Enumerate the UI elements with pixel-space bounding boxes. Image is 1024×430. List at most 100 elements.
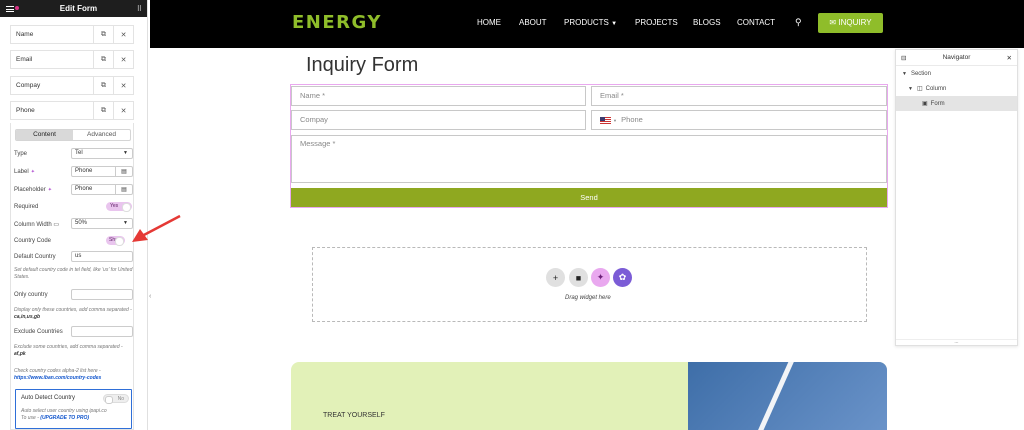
search-icon[interactable]: ⚲ [795, 17, 802, 28]
column-width-select[interactable]: 50% ▼ [71, 218, 133, 229]
nav-home[interactable]: HOME [477, 18, 501, 27]
repeater-field-phone[interactable]: Phone ⧉ ✕ [10, 101, 134, 120]
placeholder-label: Placeholder ✦ [14, 187, 52, 193]
folder-icon[interactable]: ■ [569, 268, 588, 287]
inquiry-button[interactable]: ✉ INQUIRY [818, 13, 883, 33]
navigator-title: Navigator [942, 54, 971, 61]
remove-icon[interactable]: ✕ [113, 77, 133, 94]
required-label: Required [14, 204, 39, 210]
navigator-header: ⊟ Navigator ✕ [896, 50, 1017, 66]
close-icon[interactable]: ✕ [1007, 54, 1012, 62]
label-label: Label ✦ [14, 169, 35, 175]
navigator-item-column[interactable]: ▼ ◫ Column [896, 81, 1017, 96]
wind-turbine-image [688, 362, 887, 430]
add-section-icon[interactable]: + [546, 268, 565, 287]
settings-tabs: Content Advanced [15, 129, 131, 141]
edit-panel: Edit Form ⠿ Name ⧉ ✕ Email ⧉ ✕ Compay ⧉ … [0, 0, 148, 430]
nav-contact[interactable]: CONTACT [737, 18, 775, 27]
ai-sparkle-icon[interactable]: ✦ [591, 268, 610, 287]
type-select[interactable]: Tel ▼ [71, 148, 133, 159]
country-codes-link[interactable]: https://www.iban.com/country-codes [14, 375, 101, 381]
chevron-down-icon: ▼ [613, 118, 617, 123]
nav-about[interactable]: ABOUT [519, 18, 547, 27]
tab-content[interactable]: Content [16, 130, 73, 140]
field-label: Phone [16, 107, 35, 114]
panel-header: Edit Form ⠿ [0, 0, 147, 17]
field-label: Compay [16, 82, 41, 89]
upgrade-link[interactable]: (UPGRADE TO PRO) [40, 415, 89, 421]
country-code-toggle[interactable]: Show [106, 236, 125, 246]
widgets-grid-icon[interactable]: ⠿ [137, 5, 142, 13]
type-label: Type [14, 151, 28, 157]
chevron-down-icon: ▼ [123, 150, 128, 156]
label-input[interactable]: Phone [71, 166, 116, 177]
navigator-panel: ⊟ Navigator ✕ ▼ Section ▼ ◫ Column ▣ Form ..… [895, 49, 1018, 346]
expand-all-icon[interactable]: ⊟ [901, 54, 906, 62]
placeholder-input[interactable]: Phone [71, 184, 116, 195]
message-textarea[interactable]: Message * [291, 135, 887, 183]
chevron-down-icon: ▼ [611, 21, 618, 27]
field-label: Email [16, 56, 33, 63]
site-logo[interactable]: ENERGY [292, 12, 382, 33]
country-code-label: Country Code [14, 238, 52, 244]
duplicate-icon[interactable]: ⧉ [93, 26, 113, 43]
exclude-countries-help: Exclude some countries, add comma separa… [14, 344, 123, 357]
us-flag-icon[interactable] [600, 116, 611, 124]
required-toggle[interactable]: Yes [106, 202, 132, 212]
empty-section-dropzone[interactable] [312, 247, 867, 322]
repeater-field-email[interactable]: Email ⧉ ✕ [10, 50, 134, 69]
name-input[interactable]: Name * [291, 86, 586, 106]
exclude-countries-input[interactable] [71, 326, 133, 337]
nav-blogs[interactable]: BLOGS [693, 18, 721, 27]
country-codes-help: Check country codes alpha-2 list here -h… [14, 368, 102, 381]
menu-icon[interactable] [6, 5, 14, 12]
ai-sparkle-icon[interactable]: ✦ [31, 169, 35, 175]
ai-sparkle-icon[interactable]: ✦ [48, 187, 52, 193]
remove-icon[interactable]: ✕ [113, 26, 133, 43]
repeater-field-name[interactable]: Name ⧉ ✕ [10, 25, 134, 44]
desktop-icon[interactable]: ▭ [53, 222, 59, 228]
remove-icon[interactable]: ✕ [113, 51, 133, 68]
collapse-panel-icon[interactable]: ‹ [149, 293, 151, 300]
column-width-value: 50% [75, 220, 88, 226]
form-title: Inquiry Form [306, 54, 419, 76]
remove-icon[interactable]: ✕ [113, 102, 133, 119]
annotation-arrow [132, 214, 181, 242]
navigator-item-form[interactable]: ▣ Form [896, 96, 1017, 111]
form-icon: ▣ [922, 101, 928, 107]
nav-products[interactable]: PRODUCTS ▼ [564, 18, 617, 27]
only-country-label: Only country [14, 292, 48, 298]
column-width-label: Column Width ▭ [14, 222, 60, 228]
duplicate-icon[interactable]: ⧉ [93, 51, 113, 68]
default-country-help: Set default country code in tel field, l… [14, 267, 133, 280]
navigator-resize-handle[interactable]: ... [896, 339, 1017, 345]
caret-down-icon[interactable]: ▼ [908, 86, 913, 92]
type-value: Tel [75, 150, 83, 156]
default-country-input[interactable]: us [71, 251, 133, 262]
auto-detect-toggle[interactable]: No [103, 394, 129, 404]
dropzone-text: Drag widget here [565, 295, 611, 301]
template-kit-icon[interactable]: ✿ [613, 268, 632, 287]
duplicate-icon[interactable]: ⧉ [93, 102, 113, 119]
column-icon: ◫ [916, 86, 923, 92]
repeater-field-company[interactable]: Compay ⧉ ✕ [10, 76, 134, 95]
company-input[interactable]: Compay [291, 110, 586, 130]
only-country-input[interactable] [71, 289, 133, 300]
auto-detect-label: Auto Detect Country [21, 395, 76, 401]
nav-projects[interactable]: PROJECTS [635, 18, 678, 27]
auto-detect-section: Auto Detect Country No Auto select user … [15, 389, 132, 429]
duplicate-icon[interactable]: ⧉ [93, 77, 113, 94]
tab-advanced[interactable]: Advanced [73, 130, 130, 140]
dynamic-tags-icon[interactable]: ▤ [116, 166, 133, 177]
send-button[interactable]: Send [291, 188, 887, 207]
phone-input[interactable]: ▼ Phone [591, 110, 887, 130]
panel-title: Edit Form [59, 4, 98, 13]
email-input[interactable]: Email * [591, 86, 887, 106]
navigator-item-section[interactable]: ▼ Section [896, 66, 1017, 81]
caret-down-icon[interactable]: ▼ [902, 71, 907, 77]
default-country-label: Default Country [14, 254, 56, 260]
mail-icon: ✉ [829, 18, 837, 27]
dynamic-tags-icon[interactable]: ▤ [116, 184, 133, 195]
field-label: Name [16, 31, 34, 38]
auto-detect-help: Auto select user country using ipapi.co T… [21, 408, 107, 421]
